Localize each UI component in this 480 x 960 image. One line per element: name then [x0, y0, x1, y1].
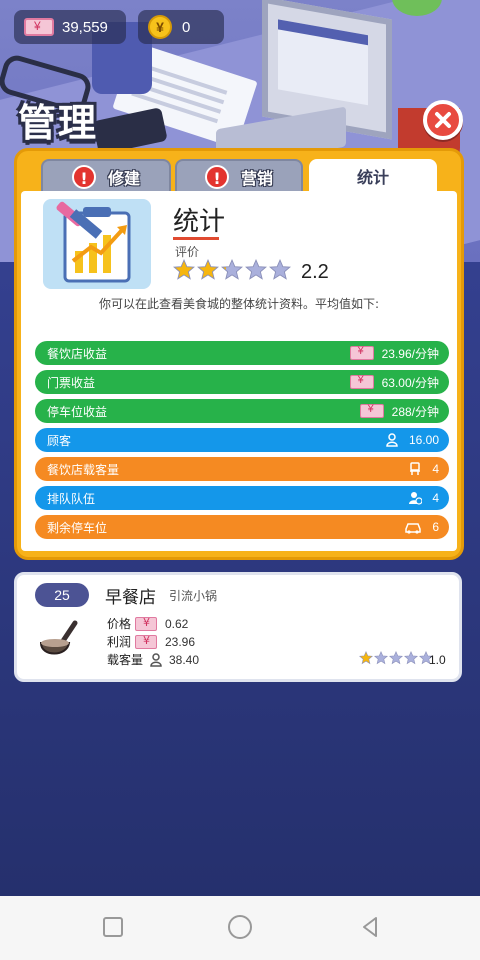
alert-icon: !	[71, 165, 96, 189]
seat-icon	[410, 462, 421, 475]
back-button[interactable]	[360, 916, 380, 938]
row-label: 停车位收益	[47, 404, 108, 419]
management-panel: ! 修建 ! 营销 统计 统计 评价 2.2 你可以在此查看美食城的整体统计资料…	[14, 148, 464, 560]
row-label: 顾客	[47, 433, 72, 448]
statistics-description: 你可以在此查看美食城的整体统计资料。平均值如下:	[98, 297, 380, 311]
shop-capacity: 载客量 38.40	[107, 651, 199, 668]
tab-label: 统计	[356, 168, 389, 187]
star-icon	[197, 259, 219, 280]
row-parking-revenue: 停车位收益 288/分钟	[35, 399, 449, 423]
cash-icon	[135, 634, 157, 649]
star-icon	[389, 651, 403, 665]
row-queue: 排队队伍 4	[35, 486, 449, 510]
row-label: 排队队伍	[47, 491, 96, 506]
cash-icon	[349, 374, 374, 389]
tab-build[interactable]: ! 修建	[41, 159, 171, 193]
row-restaurant-revenue: 餐饮店收益 23.96/分钟	[35, 341, 449, 365]
yuan-coin-icon: ¥	[148, 15, 172, 39]
bowl-and-spoon-icon	[39, 620, 78, 655]
money-counter[interactable]: 39,559	[14, 10, 126, 44]
row-value: 23.96/分钟	[381, 346, 439, 361]
row-restaurant-capacity: 餐饮店载客量 4	[35, 457, 449, 481]
cash-icon	[135, 616, 157, 631]
rating-label: 评价	[175, 245, 200, 259]
tab-label: 修建	[107, 169, 140, 188]
star-icon	[359, 651, 373, 665]
row-value: 63.00/分钟	[381, 375, 439, 390]
row-label: 剩余停车位	[47, 520, 108, 535]
row-customers: 顾客 16.00	[35, 428, 449, 452]
shop-name: 早餐店	[105, 588, 156, 608]
row-label: 餐饮店收益	[47, 346, 108, 361]
row-value: 4	[432, 491, 439, 505]
star-icon	[221, 259, 243, 280]
capacity-label: 载客量	[107, 653, 144, 667]
row-value: 4	[432, 462, 439, 476]
shop-rating-value: 1.0	[429, 653, 446, 667]
recent-apps-button[interactable]	[103, 917, 123, 937]
price-value: 0.62	[165, 616, 189, 631]
coin-value: 0	[182, 18, 191, 36]
row-value: 6	[432, 520, 439, 534]
price-label: 价格	[107, 617, 132, 631]
star-icon	[173, 259, 195, 280]
close-button[interactable]	[423, 100, 463, 140]
star-icon	[404, 651, 418, 665]
rating-stars	[173, 259, 291, 281]
tab-marketing[interactable]: ! 营销	[175, 159, 303, 193]
capacity-value: 38.40	[169, 652, 200, 667]
row-label: 餐饮店载客量	[47, 462, 120, 477]
shop-subtitle: 引流小锅	[169, 589, 218, 603]
shop-number-badge: 25	[35, 583, 89, 607]
money-value: 39,559	[62, 18, 108, 36]
statistics-chart-icon	[43, 199, 151, 289]
cash-icon	[359, 403, 384, 418]
row-value: 288/分钟	[391, 404, 439, 419]
shop-price: 价格 0.62	[107, 615, 188, 632]
person-icon	[386, 433, 398, 447]
heading-underline	[173, 237, 219, 240]
row-label: 门票收益	[47, 375, 96, 390]
statistics-heading: 统计	[173, 207, 226, 237]
cash-icon	[349, 345, 374, 360]
home-button[interactable]	[228, 915, 252, 939]
cash-icon	[24, 18, 54, 36]
coin-counter[interactable]: ¥ 0	[138, 10, 224, 44]
page-title: 管理	[18, 101, 99, 145]
shop-rating-stars	[359, 651, 433, 665]
tab-label: 营销	[240, 169, 273, 188]
star-icon	[374, 651, 388, 665]
system-navigation-bar	[0, 896, 480, 960]
shop-card[interactable]: 25 早餐店 引流小锅 价格 0.62 利润 23.96 载客量 38.40 1…	[14, 572, 462, 682]
profit-value: 23.96	[165, 634, 196, 649]
row-ticket-revenue: 门票收益 63.00/分钟	[35, 370, 449, 394]
statistics-rows: 餐饮店收益 23.96/分钟 门票收益 63.00/分钟 停车位收益 288/分…	[35, 341, 449, 544]
alert-icon: !	[204, 165, 229, 189]
row-parking-left: 剩余停车位 6	[35, 515, 449, 539]
star-icon	[269, 259, 291, 280]
tab-statistics[interactable]: 统计	[309, 159, 437, 193]
statistics-content: 统计 评价 2.2 你可以在此查看美食城的整体统计资料。平均值如下: 餐饮店收益…	[21, 191, 457, 551]
row-value: 16.00	[408, 433, 439, 447]
car-icon	[405, 523, 422, 534]
close-icon	[435, 112, 451, 128]
person-icon	[150, 652, 162, 667]
star-icon	[245, 259, 267, 280]
rating-value: 2.2	[301, 261, 329, 283]
queue-icon	[409, 492, 423, 505]
profit-label: 利润	[107, 635, 132, 649]
shop-profit: 利润 23.96	[107, 633, 195, 650]
